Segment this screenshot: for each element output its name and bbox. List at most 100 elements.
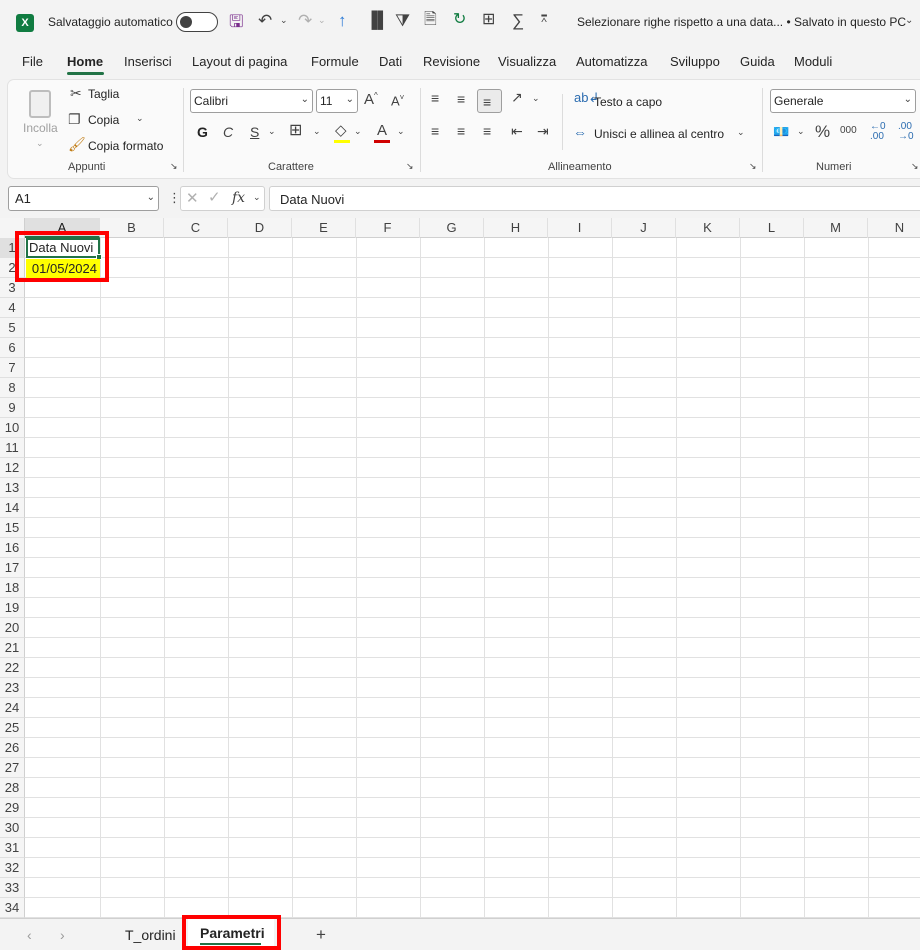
- align-bottom-button[interactable]: ≡: [477, 89, 502, 113]
- tab-page-layout[interactable]: Layout di pagina: [192, 54, 287, 69]
- comma-style-button[interactable]: 000: [840, 126, 857, 136]
- column-header-e[interactable]: E: [292, 218, 356, 238]
- row-header-34[interactable]: 34: [0, 898, 25, 918]
- name-box[interactable]: A1 ⌄: [8, 186, 159, 211]
- increase-indent-icon[interactable]: ⇥: [537, 124, 549, 138]
- row-header-15[interactable]: 15: [0, 518, 25, 538]
- fill-color-icon[interactable]: ◇: [335, 123, 347, 138]
- borders-icon[interactable]: ⊞: [289, 123, 302, 139]
- tab-data[interactable]: Dati: [379, 54, 402, 69]
- row-header-4[interactable]: 4: [0, 298, 25, 318]
- align-left-icon[interactable]: ≡: [431, 124, 439, 138]
- chevron-down-icon[interactable]: ⌄: [737, 128, 745, 137]
- insert-function-button[interactable]: fx: [232, 191, 245, 205]
- tab-review[interactable]: Revisione: [423, 54, 480, 69]
- pivot-icon[interactable]: ⊞: [482, 12, 495, 28]
- tab-insert[interactable]: Inserisci: [124, 54, 172, 69]
- align-top-icon[interactable]: ≡: [431, 91, 439, 105]
- cut-button[interactable]: Taglia: [88, 87, 119, 101]
- next-sheet-icon[interactable]: ›: [60, 928, 65, 942]
- dialog-launcher-icon[interactable]: ↘: [406, 162, 414, 171]
- row-header-31[interactable]: 31: [0, 838, 25, 858]
- column-header-g[interactable]: G: [420, 218, 484, 238]
- font-name-select[interactable]: Calibri ⌄: [190, 89, 313, 113]
- bold-button[interactable]: G: [197, 125, 208, 139]
- column-header-i[interactable]: I: [548, 218, 612, 238]
- chevron-down-icon[interactable]: ⌄: [532, 94, 540, 103]
- tab-automate[interactable]: Automatizza: [576, 54, 648, 69]
- currency-icon[interactable]: 💶: [773, 125, 789, 138]
- format-painter-button[interactable]: Copia formato: [88, 139, 163, 153]
- row-header-14[interactable]: 14: [0, 498, 25, 518]
- row-header-24[interactable]: 24: [0, 698, 25, 718]
- tab-formulas[interactable]: Formule: [311, 54, 359, 69]
- row-header-23[interactable]: 23: [0, 678, 25, 698]
- column-header-k[interactable]: K: [676, 218, 740, 238]
- copy-button[interactable]: Copia: [88, 113, 119, 127]
- orientation-icon[interactable]: ↗: [511, 90, 523, 104]
- redo-icon[interactable]: ↷: [298, 12, 312, 29]
- refresh-icon[interactable]: ↻: [453, 12, 466, 28]
- tab-view[interactable]: Visualizza: [498, 54, 556, 69]
- sheet-tab-t-ordini[interactable]: T_ordini: [125, 927, 176, 943]
- row-header-13[interactable]: 13: [0, 478, 25, 498]
- percent-button[interactable]: %: [815, 123, 830, 140]
- row-header-21[interactable]: 21: [0, 638, 25, 658]
- dialog-launcher-icon[interactable]: ↘: [911, 162, 919, 171]
- row-header-10[interactable]: 10: [0, 418, 25, 438]
- italic-button[interactable]: C: [223, 125, 233, 139]
- chevron-down-icon[interactable]: ⌄: [268, 127, 276, 136]
- align-right-icon[interactable]: ≡: [483, 124, 491, 138]
- dialog-launcher-icon[interactable]: ↘: [170, 162, 178, 171]
- document-title[interactable]: Selezionare righe rispetto a una data...: [577, 15, 783, 29]
- column-header-c[interactable]: C: [164, 218, 228, 238]
- row-header-18[interactable]: 18: [0, 578, 25, 598]
- dialog-launcher-icon[interactable]: ↘: [749, 162, 757, 171]
- tab-file[interactable]: File: [22, 54, 43, 69]
- column-header-n[interactable]: N: [868, 218, 920, 238]
- merge-center-button[interactable]: Unisci e allinea al centro: [594, 127, 724, 141]
- increase-font-icon[interactable]: A^: [364, 92, 378, 108]
- row-header-20[interactable]: 20: [0, 618, 25, 638]
- chevron-down-icon[interactable]: ⌄: [354, 127, 362, 136]
- row-header-25[interactable]: 25: [0, 718, 25, 738]
- tab-addins[interactable]: Moduli: [794, 54, 832, 69]
- column-header-j[interactable]: J: [612, 218, 676, 238]
- cancel-icon[interactable]: ✕: [186, 191, 199, 206]
- row-header-26[interactable]: 26: [0, 738, 25, 758]
- font-color-icon[interactable]: A: [377, 123, 387, 138]
- tab-developer[interactable]: Sviluppo: [670, 54, 720, 69]
- column-header-h[interactable]: H: [484, 218, 548, 238]
- scissors-icon[interactable]: ✂: [70, 86, 82, 100]
- row-header-5[interactable]: 5: [0, 318, 25, 338]
- spreadsheet-grid[interactable]: ABCDEFGHIJKLMN 1 2 3 4 5 6 7 8 9 10 11 12 13 14 15 16 17…: [0, 218, 920, 918]
- document-icon[interactable]: 🗎: [424, 12, 437, 28]
- chevron-down-icon[interactable]: ⌄: [797, 127, 805, 136]
- row-header-30[interactable]: 30: [0, 818, 25, 838]
- decrease-indent-icon[interactable]: ⇤: [511, 124, 523, 138]
- chevron-down-icon[interactable]: ⌄: [136, 114, 144, 123]
- row-header-22[interactable]: 22: [0, 658, 25, 678]
- save-icon[interactable]: 🖫: [229, 13, 243, 30]
- copy-icon[interactable]: ❐: [68, 112, 81, 126]
- row-header-17[interactable]: 17: [0, 558, 25, 578]
- chart-icon[interactable]: ▐▌: [366, 13, 389, 29]
- row-header-11[interactable]: 11: [0, 438, 25, 458]
- chevron-down-icon[interactable]: ⌄: [905, 16, 913, 26]
- chevron-down-icon[interactable]: ⌄: [397, 127, 405, 136]
- font-size-select[interactable]: 11 ⌄: [316, 89, 358, 113]
- decrease-decimal-icon[interactable]: .00 →0: [898, 122, 914, 142]
- row-header-32[interactable]: 32: [0, 858, 25, 878]
- row-header-8[interactable]: 8: [0, 378, 25, 398]
- row-header-28[interactable]: 28: [0, 778, 25, 798]
- chevron-down-icon[interactable]: ⌄: [280, 16, 288, 25]
- row-header-33[interactable]: 33: [0, 878, 25, 898]
- row-header-29[interactable]: 29: [0, 798, 25, 818]
- row-header-27[interactable]: 27: [0, 758, 25, 778]
- wrap-text-button[interactable]: Testo a capo: [594, 95, 662, 109]
- tab-help[interactable]: Guida: [740, 54, 775, 69]
- align-center-icon[interactable]: ≡: [457, 124, 465, 138]
- format-painter-icon[interactable]: 🖌: [68, 137, 86, 151]
- autosum-icon[interactable]: ∑: [512, 12, 524, 29]
- underline-button[interactable]: S: [250, 125, 259, 139]
